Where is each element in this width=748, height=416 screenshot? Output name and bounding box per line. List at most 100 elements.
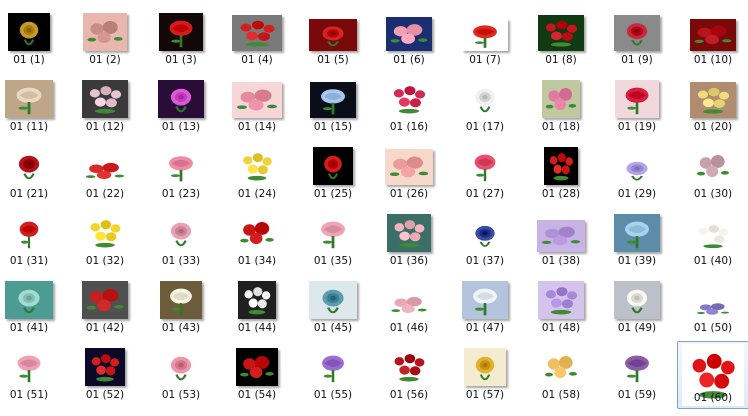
file-item[interactable]: 01 (33) — [145, 207, 217, 275]
file-item[interactable]: 01 (41) — [0, 274, 65, 342]
file-name-label: 01 (46) — [389, 322, 429, 334]
file-item[interactable]: 01 (42) — [69, 274, 141, 342]
file-name-label: 01 (26) — [389, 188, 429, 200]
file-name-label: 01 (8) — [545, 54, 577, 66]
file-item[interactable]: 01 (38) — [525, 207, 597, 275]
file-item[interactable]: 01 (25) — [297, 140, 369, 208]
file-item[interactable]: 01 (49) — [601, 274, 673, 342]
file-name-label: 01 (36) — [389, 255, 429, 267]
file-item[interactable]: 01 (21) — [0, 140, 65, 208]
hand-flower-icon — [541, 348, 581, 386]
file-name-label: 01 (7) — [469, 54, 501, 66]
file-item[interactable]: 01 (34) — [221, 207, 293, 275]
file-name-label: 01 (60) — [693, 392, 733, 404]
file-item[interactable]: 01 (19) — [601, 73, 673, 141]
file-name-label: 01 (29) — [617, 188, 657, 200]
file-item[interactable]: 01 (20) — [677, 73, 748, 141]
file-item[interactable]: 01 (39) — [601, 207, 673, 275]
file-item[interactable]: 01 (9) — [601, 6, 673, 74]
file-item[interactable]: 01 (5) — [297, 6, 369, 74]
file-item[interactable]: 01 (15) — [297, 73, 369, 141]
file-name-label: 01 (51) — [9, 389, 49, 401]
file-item[interactable]: 01 (8) — [525, 6, 597, 74]
file-item[interactable]: 01 (11) — [0, 73, 65, 141]
file-item[interactable]: 01 (12) — [69, 73, 141, 141]
file-item[interactable]: 01 (4) — [221, 6, 293, 74]
file-item[interactable]: 01 (37) — [449, 207, 521, 275]
white-roses-icon — [238, 281, 276, 319]
file-item[interactable]: 01 (55) — [297, 341, 369, 409]
file-name-label: 01 (31) — [9, 255, 49, 267]
red-tulip-icon — [313, 147, 353, 185]
file-item[interactable]: 01 (31) — [0, 207, 65, 275]
file-item[interactable]: 01 (28) — [525, 140, 597, 208]
file-name-label: 01 (5) — [317, 54, 349, 66]
glass-box-rose-icon — [159, 13, 203, 51]
file-item[interactable]: 01 (32) — [69, 207, 141, 275]
pink-bouquet-icon — [385, 149, 433, 185]
file-name-label: 01 (25) — [313, 188, 353, 200]
file-name-label: 01 (58) — [541, 389, 581, 401]
pink-rose-icon — [387, 214, 431, 252]
file-name-label: 01 (10) — [693, 54, 733, 66]
file-item[interactable]: 01 (10) — [677, 6, 748, 74]
yellow-rose-icon — [236, 147, 278, 185]
flower-sprig-icon — [693, 299, 733, 319]
white-flowers-icon — [691, 220, 735, 252]
file-item[interactable]: 01 (27) — [449, 140, 521, 208]
file-name-label: 01 (54) — [237, 389, 277, 401]
blue-flower-icon — [310, 82, 356, 118]
file-item[interactable]: 01 (3) — [145, 6, 217, 74]
file-name-label: 01 (59) — [617, 389, 657, 401]
flower-basket-icon — [232, 82, 282, 118]
file-item[interactable]: 01 (57) — [449, 341, 521, 409]
file-item[interactable]: 01 (24) — [221, 140, 293, 208]
file-item[interactable]: 01 (47) — [449, 274, 521, 342]
file-item[interactable]: 01 (35) — [297, 207, 369, 275]
yellow-roses-icon — [83, 214, 127, 252]
file-item[interactable]: 01 (23) — [145, 140, 217, 208]
pink-hat-icon — [158, 149, 204, 185]
file-item[interactable]: 01 (17) — [449, 73, 521, 141]
file-item[interactable]: 01 (60) — [677, 341, 748, 409]
file-item[interactable]: 01 (1) — [0, 6, 65, 74]
pink-rose-icon — [465, 147, 505, 185]
file-item[interactable]: 01 (40) — [677, 207, 748, 275]
file-item[interactable]: 01 (43) — [145, 274, 217, 342]
rose-bouquet-icon — [614, 15, 660, 51]
file-item[interactable]: 01 (14) — [221, 73, 293, 141]
teal-flowers-icon — [5, 281, 53, 319]
file-item[interactable]: 01 (52) — [69, 341, 141, 409]
file-item[interactable]: 01 (56) — [373, 341, 445, 409]
file-item[interactable]: 01 (46) — [373, 274, 445, 342]
file-item[interactable]: 01 (54) — [221, 341, 293, 409]
file-item[interactable]: 01 (26) — [373, 140, 445, 208]
tulips-icon — [158, 80, 204, 118]
file-name-label: 01 (16) — [389, 121, 429, 133]
file-item[interactable]: 01 (36) — [373, 207, 445, 275]
file-item[interactable]: 01 (58) — [525, 341, 597, 409]
file-name-label: 01 (33) — [161, 255, 201, 267]
rose-card-icon — [386, 80, 432, 118]
file-name-label: 01 (39) — [617, 255, 657, 267]
file-item[interactable]: 01 (50) — [677, 274, 748, 342]
file-item[interactable]: 01 (6) — [373, 6, 445, 74]
file-item[interactable]: 01 (18) — [525, 73, 597, 141]
file-item[interactable]: 01 (44) — [221, 274, 293, 342]
file-item[interactable]: 01 (29) — [601, 140, 673, 208]
red-roses-icon — [538, 15, 584, 51]
file-item[interactable]: 01 (45) — [297, 274, 369, 342]
file-item[interactable]: 01 (16) — [373, 73, 445, 141]
file-item[interactable]: 01 (13) — [145, 73, 217, 141]
file-item[interactable]: 01 (48) — [525, 274, 597, 342]
pink-flower-basket-icon — [7, 348, 51, 386]
file-item[interactable]: 01 (51) — [0, 341, 65, 409]
file-item[interactable]: 01 (7) — [449, 6, 521, 74]
file-item[interactable]: 01 (30) — [677, 140, 748, 208]
file-item[interactable]: 01 (59) — [601, 341, 673, 409]
file-item[interactable]: 01 (53) — [145, 341, 217, 409]
file-item[interactable]: 01 (2) — [69, 6, 141, 74]
file-name-label: 01 (50) — [693, 322, 733, 334]
file-item[interactable]: 01 (22) — [69, 140, 141, 208]
mixed-flowers-icon — [463, 218, 507, 252]
